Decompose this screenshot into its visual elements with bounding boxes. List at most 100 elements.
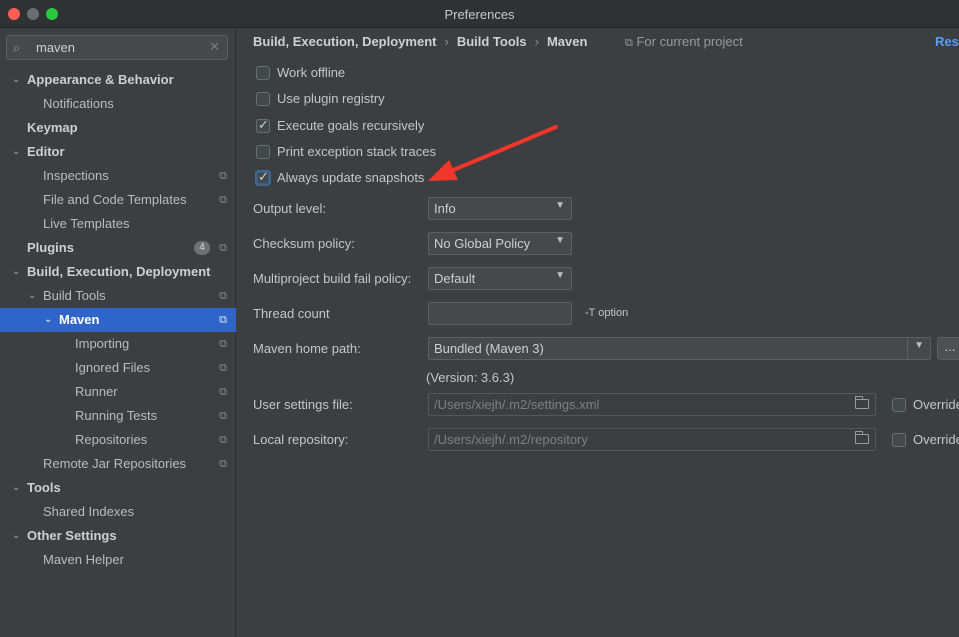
folder-icon[interactable] bbox=[855, 431, 869, 444]
checkbox-box[interactable]: ✓ bbox=[256, 169, 270, 185]
thread-count-label: Thread count bbox=[253, 306, 330, 321]
checkbox-label: Execute goals recursively bbox=[277, 118, 425, 133]
tree-item-label: Live Templates bbox=[43, 216, 130, 231]
tree-item-label: Runner bbox=[75, 384, 118, 399]
checkbox-label: Override bbox=[913, 432, 959, 447]
settings-tree: ⌄ Appearance & Behavior Notifications Ke… bbox=[0, 68, 236, 572]
chevron-down-icon[interactable]: ⌄ bbox=[12, 260, 20, 284]
tree-item-label: Editor bbox=[27, 144, 65, 159]
project-scope-icon: ⧉ bbox=[219, 242, 227, 254]
checkmark-icon: ✓ bbox=[258, 169, 269, 184]
reset-link[interactable]: Res bbox=[935, 34, 959, 49]
tree-item-label: Inspections bbox=[43, 168, 109, 183]
breadcrumb-item[interactable]: Build, Execution, Deployment bbox=[253, 34, 436, 49]
tree-item-tools[interactable]: ⌄ Tools bbox=[0, 476, 236, 500]
tree-item-notifications[interactable]: Notifications bbox=[0, 92, 236, 116]
thread-count-input[interactable] bbox=[428, 302, 572, 325]
divider bbox=[907, 338, 908, 359]
tree-item-build-tools[interactable]: ⌄ Build Tools ⧉ bbox=[0, 284, 236, 308]
select-value: Info bbox=[434, 201, 456, 216]
local-repository-field[interactable]: /Users/xiejh/.m2/repository bbox=[428, 428, 876, 451]
checkbox-box[interactable]: ✓ bbox=[256, 117, 270, 133]
tree-item-inspections[interactable]: Inspections ⧉ bbox=[0, 164, 236, 188]
checksum-policy-label: Checksum policy: bbox=[253, 236, 355, 251]
project-scope-icon: ⧉ bbox=[219, 434, 227, 446]
tree-item-live-templates[interactable]: Live Templates bbox=[0, 212, 236, 236]
clear-icon[interactable]: ✕ bbox=[209, 39, 220, 55]
tree-item-build-execution-deployment[interactable]: ⌄ Build, Execution, Deployment bbox=[0, 260, 236, 284]
checkmark-icon: ✓ bbox=[258, 117, 269, 132]
checkbox-label: Override bbox=[913, 397, 959, 412]
tree-item-label: Maven Helper bbox=[43, 552, 124, 567]
chevron-down-icon[interactable]: ⌄ bbox=[28, 284, 36, 308]
folder-icon[interactable] bbox=[855, 396, 869, 409]
tree-item-keymap[interactable]: Keymap bbox=[0, 116, 236, 140]
chevron-down-icon[interactable]: ⌄ bbox=[12, 476, 20, 500]
breadcrumb-separator: › bbox=[444, 34, 449, 49]
tree-item-label: Plugins bbox=[27, 240, 74, 255]
user-settings-field[interactable]: /Users/xiejh/.m2/settings.xml bbox=[428, 393, 876, 416]
checksum-policy-select[interactable]: No Global Policy ▼ bbox=[428, 232, 572, 255]
window-title: Preferences bbox=[444, 7, 515, 22]
maven-home-select[interactable]: Bundled (Maven 3) ▼ bbox=[428, 337, 931, 360]
search-value: maven bbox=[36, 40, 76, 55]
tree-item-label: Maven bbox=[59, 312, 100, 327]
field-value: /Users/xiejh/.m2/repository bbox=[434, 432, 588, 447]
breadcrumb-separator: › bbox=[534, 34, 539, 49]
chevron-down-icon[interactable]: ⌄ bbox=[12, 68, 20, 92]
local-repository-label: Local repository: bbox=[253, 432, 349, 447]
project-scope-icon: ⧉ bbox=[219, 170, 227, 182]
tree-item-label: Repositories bbox=[75, 432, 148, 447]
tree-item-running-tests[interactable]: Running Tests ⧉ bbox=[0, 404, 236, 428]
tree-item-label: Other Settings bbox=[27, 528, 117, 543]
tree-item-plugins[interactable]: Plugins 4 ⧉ bbox=[0, 236, 236, 260]
project-scope-icon: ⧉ bbox=[625, 37, 633, 49]
chevron-down-icon[interactable]: ⌄ bbox=[12, 524, 20, 548]
multiproject-fail-policy-select[interactable]: Default ▼ bbox=[428, 267, 572, 290]
tree-item-ignored-files[interactable]: Ignored Files ⧉ bbox=[0, 356, 236, 380]
title-bar: Preferences bbox=[0, 0, 959, 28]
checkbox-box[interactable] bbox=[256, 66, 270, 80]
checkbox-box[interactable] bbox=[892, 433, 906, 447]
checkbox-box[interactable] bbox=[892, 398, 906, 412]
maven-home-label: Maven home path: bbox=[253, 341, 361, 356]
checkbox-label: Always update snapshots bbox=[277, 170, 425, 185]
tree-item-label: Importing bbox=[75, 336, 130, 351]
tree-item-remote-jar-repositories[interactable]: Remote Jar Repositories ⧉ bbox=[0, 452, 236, 476]
tree-item-importing[interactable]: Importing ⧉ bbox=[0, 332, 236, 356]
tree-item-appearance-behavior[interactable]: ⌄ Appearance & Behavior bbox=[0, 68, 236, 92]
tree-item-label: Appearance & Behavior bbox=[27, 72, 174, 87]
tree-item-maven[interactable]: ⌄ Maven ⧉ bbox=[0, 308, 236, 332]
chevron-down-icon[interactable]: ⌄ bbox=[12, 140, 20, 164]
chevron-down-icon: ▼ bbox=[555, 235, 565, 246]
checkbox-box[interactable] bbox=[256, 145, 270, 159]
tree-item-label: Running Tests bbox=[75, 408, 158, 423]
project-scope-icon: ⧉ bbox=[219, 410, 227, 422]
select-value: No Global Policy bbox=[434, 236, 531, 251]
checkbox-label: Work offline bbox=[277, 65, 346, 80]
tree-item-repositories[interactable]: Repositories ⧉ bbox=[0, 428, 236, 452]
breadcrumb-item[interactable]: Build Tools bbox=[457, 34, 527, 49]
chevron-down-icon: ▼ bbox=[914, 340, 924, 351]
project-scope-icon: ⧉ bbox=[219, 290, 227, 302]
maven-version-label: (Version: 3.6.3) bbox=[426, 370, 515, 385]
output-level-label: Output level: bbox=[253, 201, 326, 216]
tree-item-other-settings[interactable]: ⌄ Other Settings bbox=[0, 524, 236, 548]
tree-item-maven-helper[interactable]: Maven Helper bbox=[0, 548, 236, 572]
tree-item-editor[interactable]: ⌄ Editor bbox=[0, 140, 236, 164]
tree-item-runner[interactable]: Runner ⧉ bbox=[0, 380, 236, 404]
project-scope-icon: ⧉ bbox=[219, 458, 227, 470]
thread-count-hint: -T option bbox=[585, 307, 629, 319]
chevron-down-icon[interactable]: ⌄ bbox=[44, 308, 52, 332]
user-settings-label: User settings file: bbox=[253, 397, 353, 412]
tree-item-label: Shared Indexes bbox=[43, 504, 135, 519]
maven-settings-panel: Build, Execution, Deployment › Build Tools… bbox=[237, 28, 959, 637]
select-value: Bundled (Maven 3) bbox=[434, 341, 544, 356]
project-scope-icon: ⧉ bbox=[219, 386, 227, 398]
tree-item-shared-indexes[interactable]: Shared Indexes bbox=[0, 500, 236, 524]
search-input[interactable]: ⌕ maven ✕ bbox=[6, 35, 228, 60]
checkbox-box[interactable] bbox=[256, 92, 270, 106]
tree-item-file-code-templates[interactable]: File and Code Templates ⧉ bbox=[0, 188, 236, 212]
browse-button[interactable]: ... bbox=[937, 337, 959, 360]
output-level-select[interactable]: Info ▼ bbox=[428, 197, 572, 220]
